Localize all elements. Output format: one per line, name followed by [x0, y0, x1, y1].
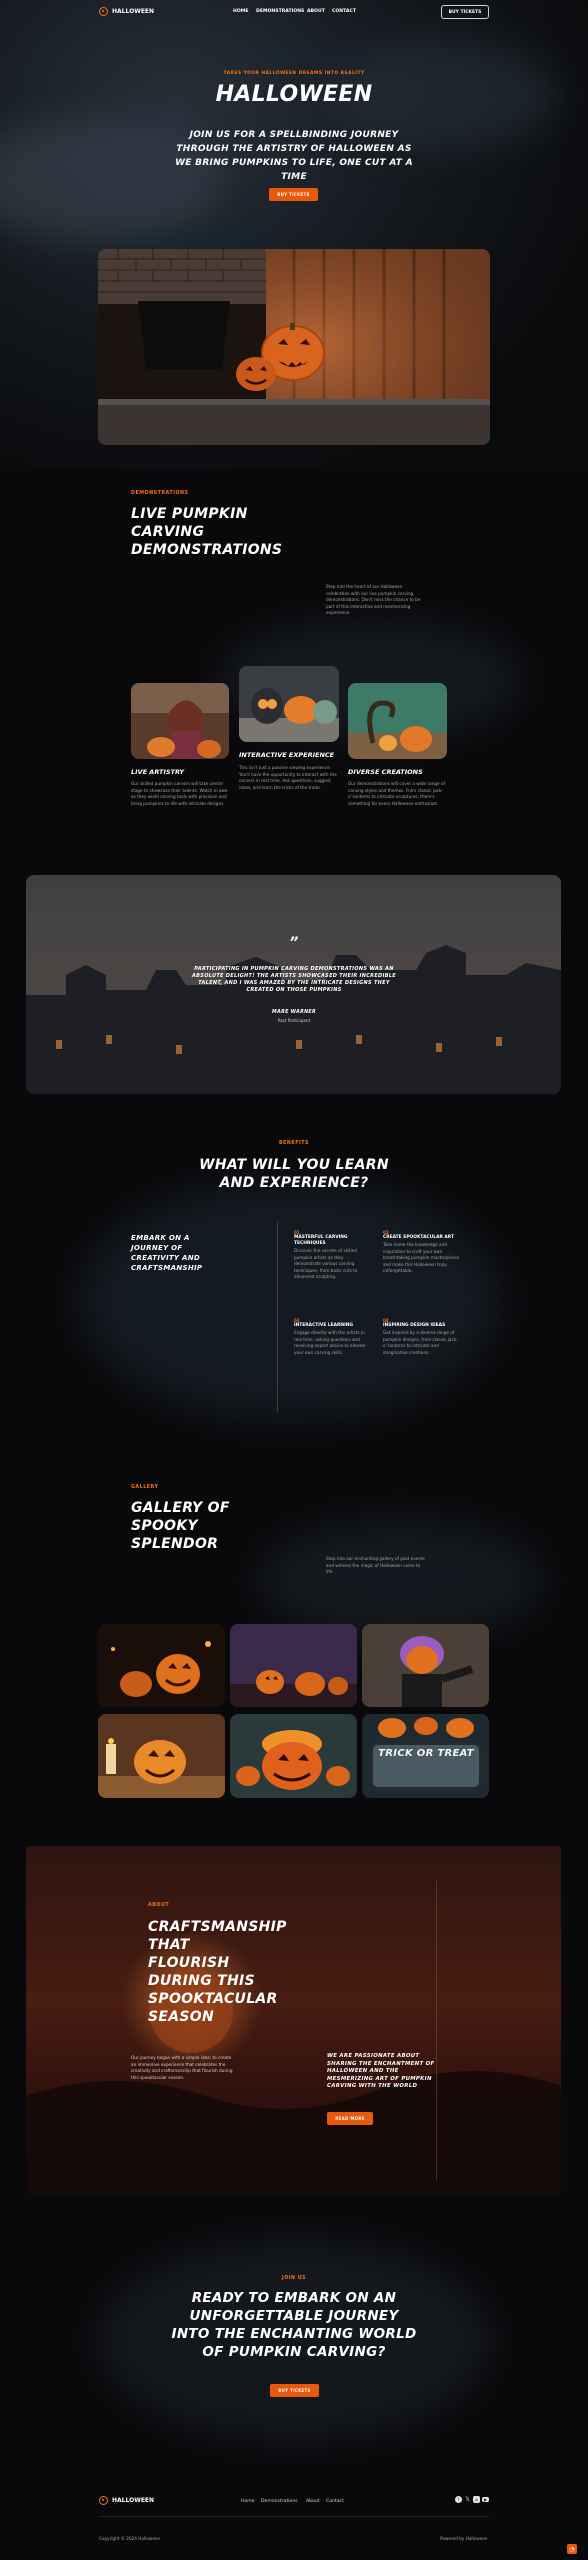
youtube-icon[interactable]: ▶	[482, 2497, 489, 2502]
footer-link-contact[interactable]: Contact	[326, 2499, 344, 2504]
top-navigation: HALLOWEEN HOME DEMONSTRATIONS ABOUT CONT…	[0, 0, 588, 24]
pumpkin-logo-icon	[99, 2496, 108, 2505]
demo-card-title: DIVERSE CREATIONS	[348, 768, 423, 776]
nav-about[interactable]: ABOUT	[307, 9, 325, 14]
footer-link-home[interactable]: Home	[241, 2499, 255, 2504]
join-label: JOIN US	[281, 2276, 307, 2281]
about-read-more-button[interactable]: READ MORE	[327, 2112, 373, 2125]
facebook-icon[interactable]: f	[455, 2496, 462, 2503]
gallery-image[interactable]	[230, 1624, 357, 1707]
pumpkin-logo-icon	[99, 7, 108, 16]
instagram-icon[interactable]: ◎	[473, 2496, 480, 2503]
demo-card-text: Our demonstrations will cover a wide ran…	[348, 781, 445, 806]
trick-or-treat-sign: TRICK OR TREAT	[378, 1748, 474, 1759]
about-text: Our journey began with a simple idea: to…	[131, 2055, 233, 2080]
hero-subtitle: JOIN US FOR A SPELLBINDING JOURNEY THROU…	[175, 130, 413, 182]
footer-link-demonstrations[interactable]: Demonstrations	[261, 2499, 298, 2504]
quote-icon: ”	[289, 935, 299, 951]
page: HALLOWEEN HOME DEMONSTRATIONS ABOUT CONT…	[0, 0, 588, 2560]
nav-demonstrations[interactable]: DEMONSTRATIONS	[256, 9, 304, 14]
benefits-label: BENEFITS	[278, 1141, 309, 1146]
demo-card-image-live-artistry	[131, 683, 229, 759]
footer-copyright: Copyright © 2024 Halloween	[99, 2536, 161, 2541]
footer	[0, 2470, 588, 2560]
about-divider	[436, 1880, 437, 2180]
about-label: ABOUT	[148, 1903, 170, 1908]
footer-link-about[interactable]: About	[306, 2499, 320, 2504]
benefit-text: Engage directly with the artists in real…	[294, 1330, 366, 1355]
benefit-item: 02 CREATE SPOOKTACULAR ART Take home the…	[383, 1230, 461, 1275]
join-buy-tickets-button[interactable]: BUY TICKETS	[270, 2384, 319, 2397]
join-title: READY TO EMBARK ON AN UNFORGETTABLE JOUR…	[171, 2290, 417, 2360]
twitter-icon[interactable]: 𝕏	[464, 2496, 471, 2503]
gallery-intro: Step into our enchanting gallery of past…	[326, 1556, 425, 1575]
hero-title: HALLOWEEN	[215, 82, 373, 107]
benefit-title: CREATE SPOOKTACULAR ART	[383, 1235, 454, 1240]
benefit-item: 01 MASTERFUL CARVING TECHNIQUES Discover…	[294, 1230, 370, 1281]
benefit-text: Discover the secrets of skilled pumpkin …	[294, 1248, 358, 1280]
testimonial-name: MARE WARNER	[272, 1010, 316, 1015]
hero-buy-tickets-button[interactable]: BUY TICKETS	[269, 188, 318, 201]
nav-contact[interactable]: CONTACT	[332, 9, 356, 14]
benefits-title: WHAT WILL YOU LEARN AND EXPERIENCE?	[199, 1157, 389, 1191]
nav-home[interactable]: HOME	[233, 9, 248, 14]
gallery-label: GALLERY	[131, 1485, 159, 1490]
benefit-item: 04 INSPIRING DESIGN IDEAS Get inspired b…	[383, 1318, 461, 1356]
demos-label: DEMONSTRATIONS	[131, 491, 189, 496]
footer-brand-logo[interactable]: HALLOWEEN	[99, 2496, 154, 2505]
hero-eyebrow: TAKES YOUR HALLOWEEN DREAMS INTO REALITY	[223, 71, 365, 76]
demo-card-title: LIVE ARTISTRY	[131, 768, 185, 776]
benefits-lead: EMBARK ON A JOURNEY OF CREATIVITY AND CR…	[131, 1234, 203, 1272]
demo-card-image-interactive	[239, 666, 339, 742]
gallery-image[interactable]	[98, 1714, 225, 1798]
testimonial-quote: PARTICIPATING IN PUMPKIN CARVING DEMONST…	[192, 966, 396, 993]
demo-card-text: Our skilled pumpkin carvers will take ce…	[131, 781, 228, 806]
benefit-item: 03 INTERACTIVE LEARNING Engage directly …	[294, 1318, 370, 1356]
about-section	[26, 1846, 561, 2195]
footer-powered-by: Powered by Halloween	[440, 2536, 488, 2541]
brand-name: HALLOWEEN	[112, 8, 155, 15]
fog	[260, 1520, 540, 1640]
demo-card-image-diverse	[348, 683, 447, 759]
brand-logo[interactable]: HALLOWEEN	[99, 7, 154, 16]
benefit-title: MASTERFUL CARVING TECHNIQUES	[294, 1235, 348, 1246]
benefit-title: INSPIRING DESIGN IDEAS	[383, 1323, 446, 1328]
gallery-image[interactable]	[362, 1624, 489, 1707]
gallery-image[interactable]	[230, 1714, 357, 1798]
hero-pumpkin-image	[98, 249, 490, 445]
nav-buy-tickets-button[interactable]: BUY TICKETS	[441, 5, 489, 19]
demos-title: LIVE PUMPKIN CARVING DEMONSTRATIONS	[131, 506, 283, 558]
about-title: CRAFTSMANSHIP THAT FLOURISH DURING THIS …	[148, 1919, 287, 2025]
benefit-text: Take home the knowledge and inspiration …	[383, 1242, 460, 1274]
gallery-image[interactable]	[98, 1624, 225, 1707]
benefit-text: Get inspired by a diverse range of pumpk…	[383, 1330, 458, 1355]
demo-card-text: This isn't just a passive viewing experi…	[239, 765, 337, 790]
benefits-divider	[277, 1222, 278, 1412]
demo-card-title: INTERACTIVE EXPERIENCE	[239, 751, 335, 759]
benefit-title: INTERACTIVE LEARNING	[294, 1323, 354, 1328]
about-mission: WE ARE PASSIONATE ABOUT SHARING THE ENCH…	[327, 2053, 435, 2090]
demos-intro: Step into the heart of our Halloween cel…	[326, 584, 421, 616]
testimonial-role: Past Participant	[277, 1018, 311, 1023]
gallery-title: GALLERY OF SPOOKY SPLENDOR	[131, 1500, 230, 1552]
footer-brand-name: HALLOWEEN	[112, 2497, 155, 2504]
footer-divider	[99, 2516, 489, 2517]
fog	[80, 1180, 500, 1420]
rss-icon[interactable]: ◔	[567, 2544, 577, 2554]
